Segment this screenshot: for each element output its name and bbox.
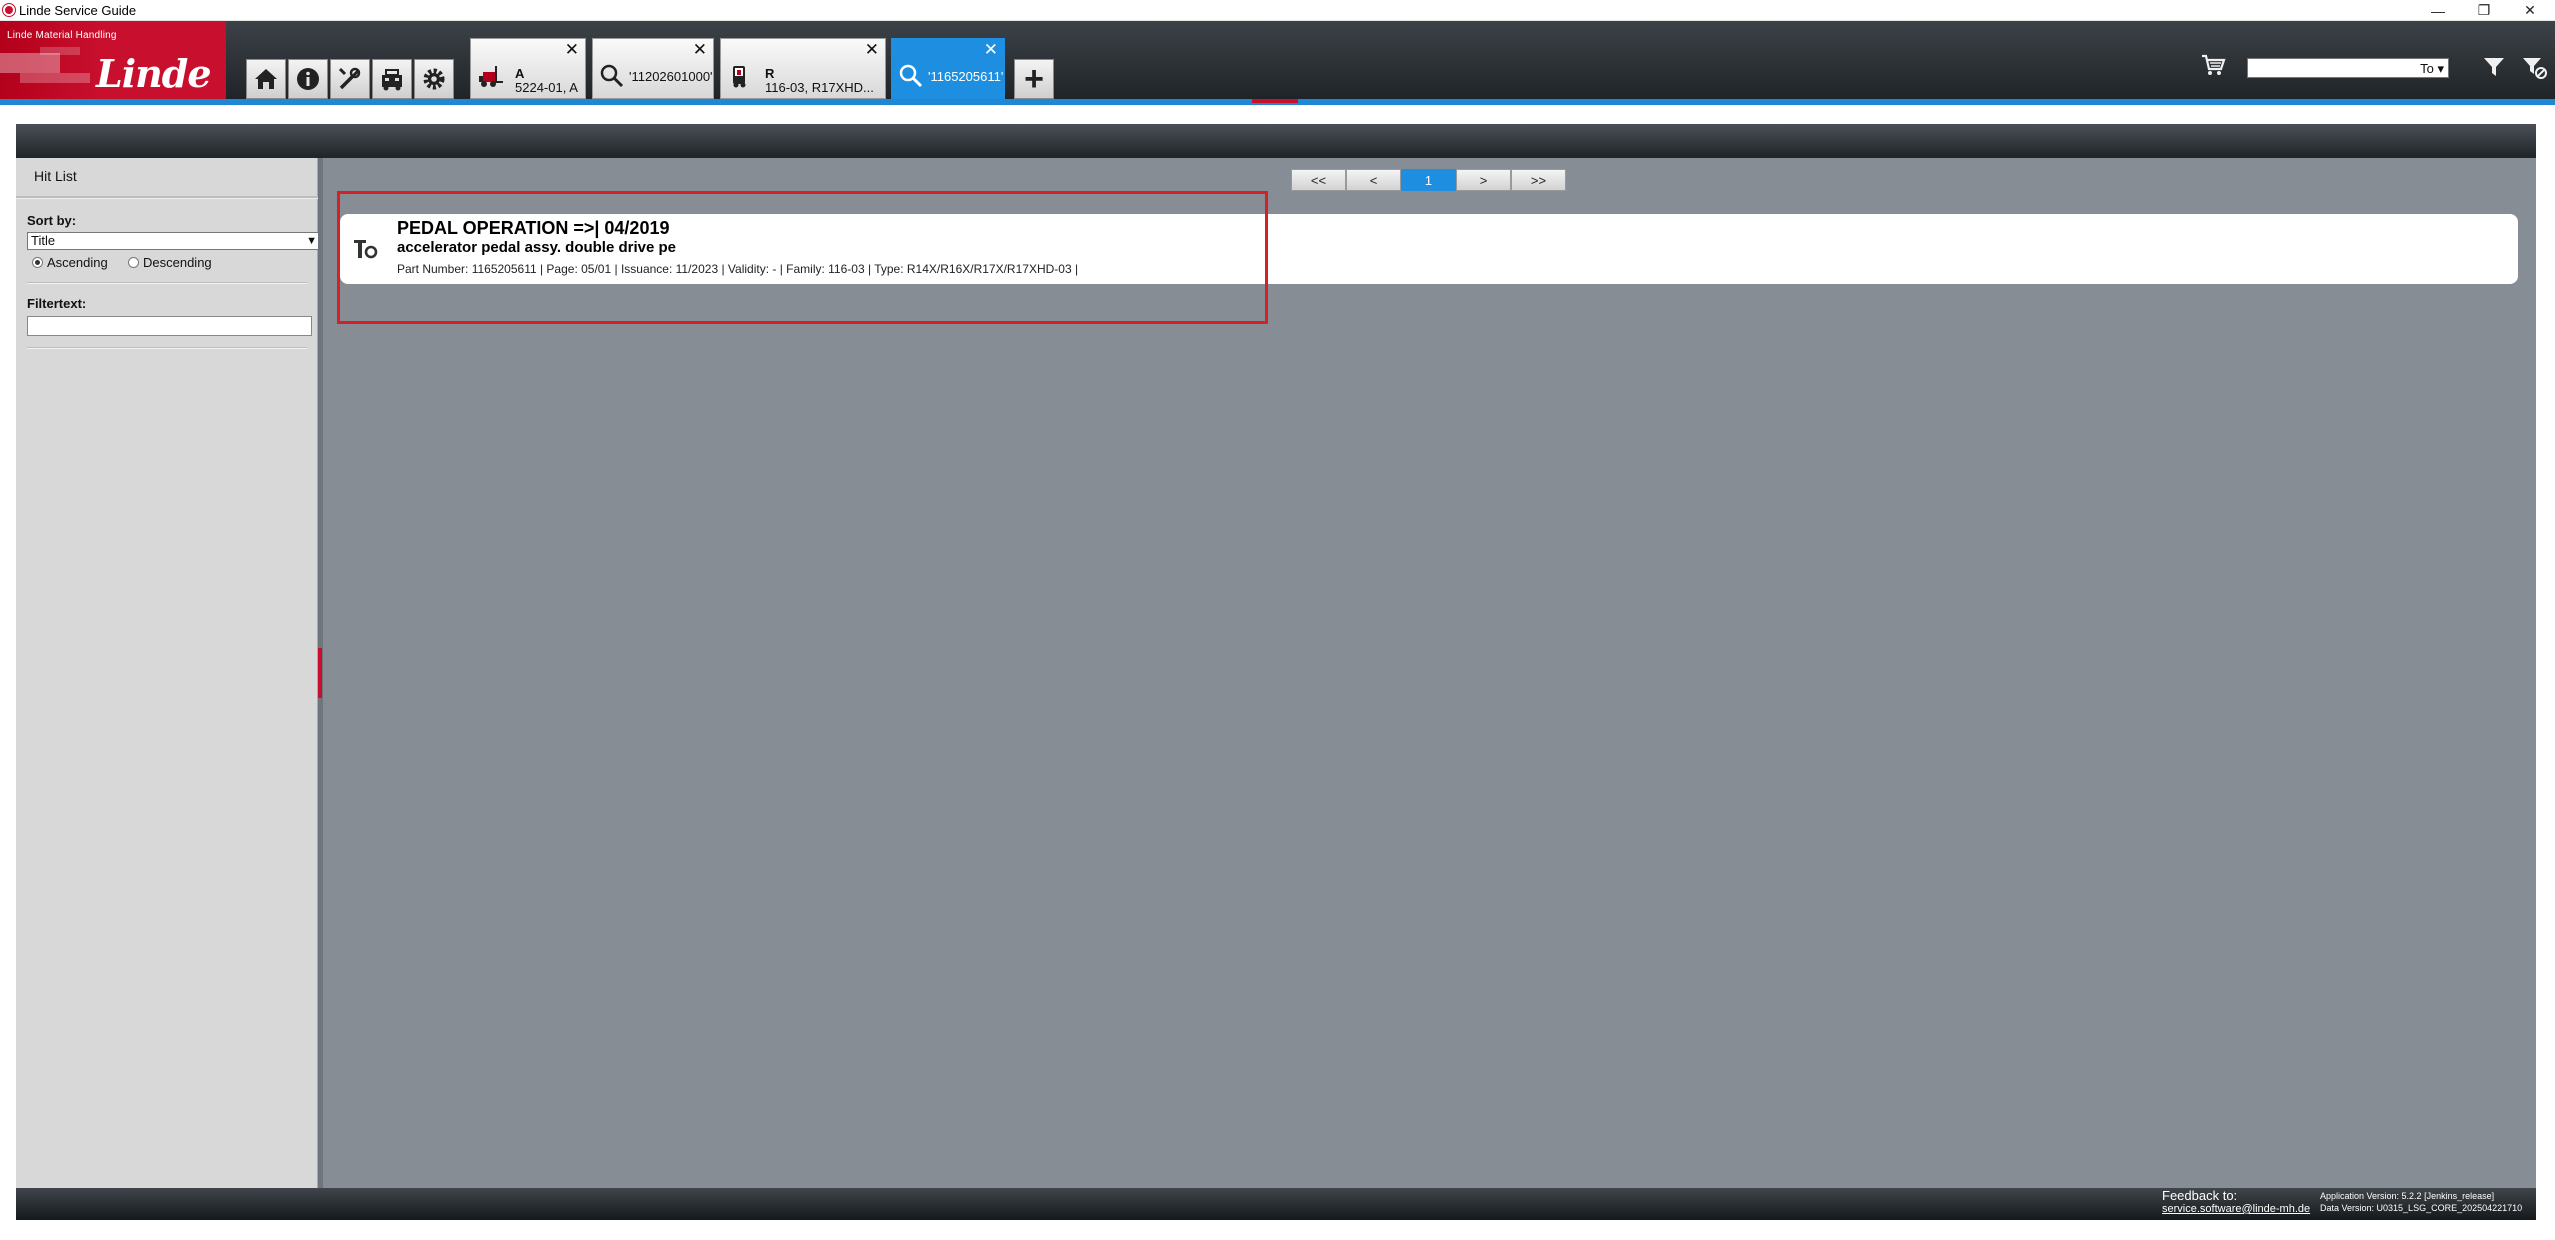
app-icon <box>3 4 15 16</box>
tab-truck-r[interactable]: ✕ R 116-03, R17XHD... <box>720 38 886 99</box>
tools-button[interactable] <box>330 59 370 99</box>
settings-button[interactable] <box>414 59 454 99</box>
pager-current-page[interactable]: 1 <box>1401 169 1456 191</box>
descending-label: Descending <box>143 255 212 270</box>
truck-icon <box>733 66 746 88</box>
tab-close-button[interactable]: ✕ <box>565 41 579 58</box>
result-metadata: Part Number: 1165205611 | Page: 05/01 | … <box>397 262 1079 276</box>
tools-icon <box>338 67 361 90</box>
sort-descending-radio[interactable]: Descending <box>128 255 212 270</box>
radio-unselected-icon <box>128 257 139 268</box>
results-area <box>323 158 2536 1188</box>
result-title: PEDAL OPERATION =>| 04/2019 <box>397 218 670 238</box>
status-footer: Feedback to: service.software@linde-mh.d… <box>16 1188 2536 1220</box>
tab-search-1165205611[interactable]: ✕ '1165205611' <box>891 38 1005 99</box>
diagnostics-button[interactable] <box>372 59 412 99</box>
sort-selected-value: Title <box>31 233 56 248</box>
data-version: Data Version: U0315_LSG_CORE_20250422171… <box>2320 1203 2523 1213</box>
pager-last-button[interactable]: >> <box>1511 169 1566 191</box>
to-document-icon <box>354 240 378 259</box>
feedback-email-link[interactable]: service.software@linde-mh.de <box>2162 1203 2310 1215</box>
filter-label: Filtertext: <box>27 296 87 311</box>
panel-title: Hit List <box>34 168 77 184</box>
sort-ascending-radio[interactable]: Ascending <box>32 255 108 270</box>
tab-search-11202601000[interactable]: ✕ '11202601000' <box>592 38 714 99</box>
linde-logo: Linde Material Handling Linde <box>0 21 226 99</box>
filter-clear-icon[interactable] <box>2522 56 2548 80</box>
filtertext-input[interactable] <box>27 316 312 336</box>
result-subtitle: accelerator pedal assy. double drive pe <box>397 239 677 256</box>
sort-label: Sort by: <box>27 213 77 228</box>
info-button[interactable] <box>288 59 328 99</box>
info-icon <box>297 68 319 90</box>
window-title: Linde Service Guide <box>19 3 137 18</box>
tab-title: R <box>765 66 775 81</box>
divider <box>27 282 307 284</box>
tab-close-button[interactable]: ✕ <box>693 41 707 58</box>
tab-title: A <box>515 66 525 81</box>
tab-label: '1165205611' <box>928 69 1004 84</box>
search-icon <box>600 64 624 88</box>
tab-subtitle: 5224-01, A <box>515 80 578 95</box>
sort-by-select[interactable]: Title ▼ <box>27 232 322 250</box>
close-window-button[interactable]: ✕ <box>2507 0 2553 21</box>
maximize-button[interactable]: ❐ <box>2461 0 2507 21</box>
feedback-label: Feedback to: <box>2162 1188 2238 1203</box>
settings-icon <box>423 68 445 90</box>
add-tab-button[interactable]: + <box>1014 59 1054 99</box>
application-version: Application Version: 5.2.2 [Jenkins_rele… <box>2320 1191 2495 1201</box>
tab-close-button[interactable]: ✕ <box>865 41 879 58</box>
logo-tagline: Linde Material Handling <box>7 30 117 41</box>
minimize-button[interactable]: — <box>2415 0 2461 21</box>
global-search-input[interactable]: To ▾ <box>2247 58 2449 78</box>
hit-list-panel: Hit List Sort by: Title ▼ Ascending Desc… <box>16 158 322 1188</box>
radio-selected-icon <box>32 257 43 268</box>
window-titlebar: Linde Service Guide — ❐ ✕ <box>0 0 2555 21</box>
forklift-icon <box>479 66 503 87</box>
ascending-label: Ascending <box>47 255 108 270</box>
tab-close-button[interactable]: ✕ <box>984 41 998 58</box>
divider <box>16 196 318 199</box>
tab-label: '11202601000' <box>629 69 713 84</box>
logo-brand: Linde <box>96 51 212 96</box>
tab-forklift-a[interactable]: ✕ A 5224-01, A <box>470 38 586 99</box>
tab-subtitle: 116-03, R17XHD... <box>765 80 874 95</box>
home-button[interactable] <box>246 59 286 99</box>
pager-first-button[interactable]: << <box>1291 169 1346 191</box>
dropdown-arrow-icon: ▼ <box>306 235 317 247</box>
filter-icon[interactable] <box>2483 56 2505 78</box>
divider <box>27 347 307 349</box>
pager-prev-button[interactable]: < <box>1346 169 1401 191</box>
active-indicator <box>1252 99 1298 103</box>
diagnostics-icon <box>382 69 402 91</box>
search-icon <box>899 64 923 88</box>
cart-icon[interactable] <box>2200 52 2226 78</box>
header-accent-bar <box>0 99 2555 105</box>
pager-next-button[interactable]: > <box>1456 169 1511 191</box>
home-icon <box>255 69 277 89</box>
result-item[interactable]: PEDAL OPERATION =>| 04/2019 accelerator … <box>340 214 2518 284</box>
search-type-dropdown[interactable]: To ▾ <box>2420 61 2444 77</box>
splitter-handle[interactable] <box>318 648 322 698</box>
workspace-top-bar <box>16 124 2536 158</box>
